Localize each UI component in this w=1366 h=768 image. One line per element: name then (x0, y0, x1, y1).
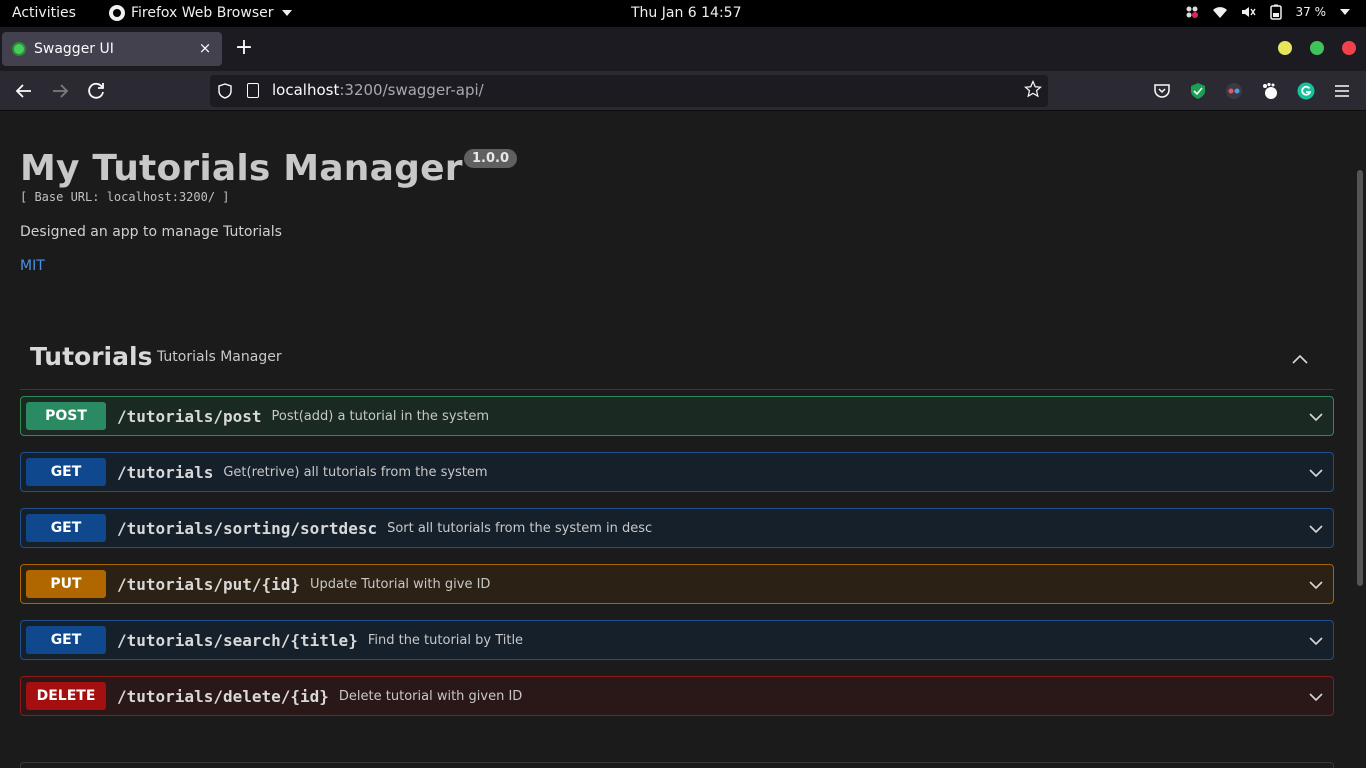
battery-level: 37 % (1295, 5, 1327, 19)
url-text[interactable]: localhost:3200/swagger-api/ (272, 81, 484, 99)
operation-path: /tutorials/delete/{id} (117, 686, 329, 706)
close-window-button[interactable] (1342, 41, 1356, 55)
operation-path: /tutorials/search/{title} (117, 630, 358, 650)
operation-summary: Sort all tutorials from the system in de… (387, 520, 653, 536)
app-menu[interactable]: Firefox Web Browser (109, 5, 292, 21)
tag-name: Tutorials (30, 342, 153, 371)
swagger-page: My Tutorials Manager 1.0.0 [ Base URL: l… (0, 112, 1354, 768)
operation-post-row[interactable]: POST/tutorials/post Post(add) a tutorial … (20, 396, 1334, 436)
bookmark-star-icon[interactable] (1024, 80, 1042, 98)
chevron-down-icon (1340, 9, 1350, 15)
firefox-icon (109, 5, 125, 21)
chevron-down-icon[interactable] (1307, 576, 1325, 594)
close-tab-icon[interactable]: × (196, 39, 214, 57)
forward-button[interactable] (48, 79, 72, 103)
battery-icon[interactable] (1268, 4, 1284, 20)
api-title: My Tutorials Manager (20, 148, 463, 189)
http-method-badge: POST (26, 402, 106, 430)
system-tray[interactable]: 37 % (1184, 4, 1350, 20)
operation-path: /tutorials/sorting/sortdesc (117, 518, 378, 538)
operation-path: /tutorials/put/{id} (117, 574, 301, 594)
operation-get-row[interactable]: GET/tutorials Get(retrive) all tutorials … (20, 452, 1334, 492)
volume-muted-icon[interactable] (1240, 4, 1256, 20)
tab-strip: Swagger UI × + (0, 27, 1366, 71)
operation-delete-row[interactable]: DELETE/tutorials/delete/{id} Delete tutor… (20, 676, 1334, 716)
operation-summary: Delete tutorial with given ID (338, 688, 523, 704)
api-description: Designed an app to manage Tutorials (20, 224, 282, 240)
tab-title: Swagger UI (34, 41, 114, 57)
hamburger-menu-icon[interactable] (1333, 82, 1351, 100)
http-method-badge: GET (26, 458, 106, 486)
new-tab-button[interactable]: + (234, 37, 254, 59)
scrollbar-thumb[interactable] (1357, 170, 1363, 586)
tag-section-header[interactable]: Tutorials Tutorials Manager (20, 338, 1334, 390)
adblock-shield-icon[interactable] (1189, 82, 1207, 100)
wifi-icon[interactable] (1212, 4, 1228, 20)
base-url: [ Base URL: localhost:3200/ ] (20, 190, 230, 204)
chevron-down-icon[interactable] (1307, 464, 1325, 482)
http-method-badge: GET (26, 514, 106, 542)
chevron-down-icon[interactable] (1307, 688, 1325, 706)
models-section (20, 762, 1334, 768)
chevron-down-icon[interactable] (1307, 632, 1325, 650)
url-path: :3200/swagger-api/ (339, 81, 484, 99)
operation-put-row[interactable]: PUT/tutorials/put/{id} Update Tutorial wi… (20, 564, 1334, 604)
activities-button[interactable]: Activities (12, 5, 76, 21)
operation-summary: Find the tutorial by Title (367, 632, 524, 648)
operation-summary: Get(retrive) all tutorials from the syst… (223, 464, 488, 480)
chevron-down-icon (281, 10, 292, 16)
http-method-badge: PUT (26, 570, 106, 598)
tracking-protection-shield-icon[interactable] (218, 83, 232, 99)
navigation-bar: localhost:3200/swagger-api/ (0, 71, 1366, 111)
operation-get-row[interactable]: GET/tutorials/search/{title} Find the tut… (20, 620, 1334, 660)
operation-get-row[interactable]: GET/tutorials/sorting/sortdesc Sort all t… (20, 508, 1334, 548)
chevron-down-icon[interactable] (1307, 408, 1325, 426)
license-link[interactable]: MIT (20, 258, 45, 274)
tag-description: Tutorials Manager (157, 349, 282, 365)
operation-summary: Update Tutorial with give ID (310, 576, 491, 592)
chevron-up-icon[interactable] (1290, 349, 1310, 369)
swagger-favicon-icon (12, 42, 26, 56)
url-host: localhost (272, 81, 340, 99)
page-scrollbar[interactable] (1354, 112, 1366, 768)
http-method-badge: GET (26, 626, 106, 654)
spy-extension-icon[interactable] (1225, 82, 1243, 100)
reload-button[interactable] (84, 79, 108, 103)
version-badge: 1.0.0 (464, 149, 518, 168)
url-bar[interactable]: localhost:3200/swagger-api/ (210, 75, 1048, 107)
slack-icon[interactable] (1184, 4, 1200, 20)
minimize-button[interactable] (1278, 41, 1292, 55)
gnome-extension-icon[interactable] (1261, 82, 1279, 100)
system-top-bar: Activities Firefox Web Browser Thu Jan 6… (0, 0, 1366, 27)
operation-summary: Post(add) a tutorial in the system (271, 408, 490, 424)
grammarly-icon[interactable] (1297, 82, 1315, 100)
page-info-icon[interactable] (247, 83, 259, 98)
http-method-badge: DELETE (26, 682, 106, 710)
tab-swagger-ui[interactable]: Swagger UI × (2, 32, 222, 66)
clock[interactable]: Thu Jan 6 14:57 (631, 5, 741, 21)
chevron-down-icon[interactable] (1307, 520, 1325, 538)
maximize-button[interactable] (1310, 41, 1324, 55)
app-menu-label: Firefox Web Browser (131, 5, 274, 21)
operation-path: /tutorials (117, 462, 214, 482)
back-button[interactable] (12, 79, 36, 103)
pocket-icon[interactable] (1153, 82, 1171, 100)
operation-path: /tutorials/post (117, 406, 262, 426)
